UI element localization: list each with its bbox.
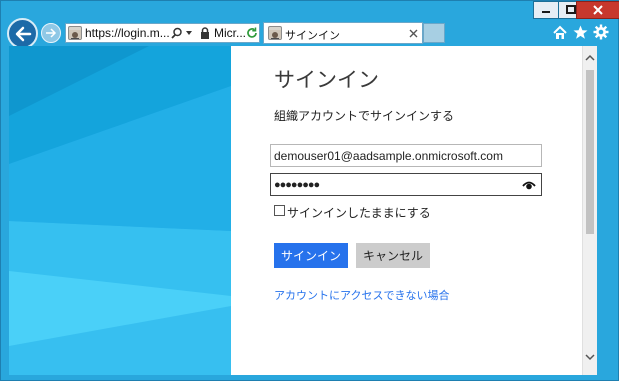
scroll-down-icon[interactable] (585, 353, 595, 361)
home-icon[interactable] (552, 25, 568, 40)
minimize-button[interactable] (533, 1, 559, 19)
signin-button[interactable]: サインイン (274, 243, 348, 268)
username-field[interactable]: demouser01@aadsample.onmicrosoft.com (270, 144, 542, 167)
site-favicon (68, 26, 82, 40)
browser-window: https://login.m... Micr... サインイン サインイン 組… (0, 0, 619, 381)
tab-signin[interactable]: サインイン (263, 22, 423, 44)
signin-panel: サインイン 組織アカウントでサインインする demouser01@aadsamp… (231, 46, 597, 375)
show-password-eye-icon[interactable] (522, 180, 536, 190)
search-icon[interactable] (171, 27, 183, 39)
brand-illustration (9, 46, 231, 375)
close-icon[interactable] (409, 29, 418, 38)
back-arrow-icon (15, 26, 31, 41)
dropdown-icon[interactable] (185, 29, 193, 37)
page-subtitle: 組織アカウントでサインインする (274, 109, 455, 123)
forward-arrow-icon (46, 28, 57, 38)
cant-access-account-link[interactable]: アカウントにアクセスできない場合 (274, 287, 449, 303)
site-identity[interactable]: Micr... (214, 26, 246, 40)
vertical-scrollbar[interactable] (582, 46, 597, 375)
address-url[interactable]: https://login.m... (85, 26, 170, 40)
password-mask: ●●●●●●●● (274, 179, 320, 191)
tab-favicon (268, 26, 282, 40)
page-content: サインイン 組織アカウントでサインインする demouser01@aadsamp… (9, 46, 611, 375)
tab-title: サインイン (285, 29, 340, 42)
close-window-button[interactable] (576, 1, 619, 19)
new-tab-button[interactable] (423, 23, 445, 43)
forward-button[interactable] (41, 23, 61, 43)
scroll-up-icon[interactable] (585, 54, 595, 62)
lock-icon[interactable] (200, 27, 210, 39)
favorites-star-icon[interactable] (573, 25, 588, 40)
back-button[interactable] (7, 18, 38, 49)
minimize-icon (542, 11, 550, 13)
refresh-icon[interactable] (246, 27, 258, 39)
page-title: サインイン (274, 68, 379, 92)
window-close-icon (593, 5, 603, 15)
scrollbar-thumb[interactable] (586, 70, 594, 234)
cancel-button[interactable]: キャンセル (356, 243, 430, 268)
password-field[interactable]: ●●●●●●●● (270, 173, 542, 196)
settings-gear-icon[interactable] (593, 24, 609, 40)
keep-signed-in-checkbox[interactable] (274, 205, 285, 216)
keep-signed-in-label[interactable]: サインインしたままにする (287, 204, 431, 221)
address-bar[interactable]: https://login.m... Micr... (65, 23, 260, 43)
